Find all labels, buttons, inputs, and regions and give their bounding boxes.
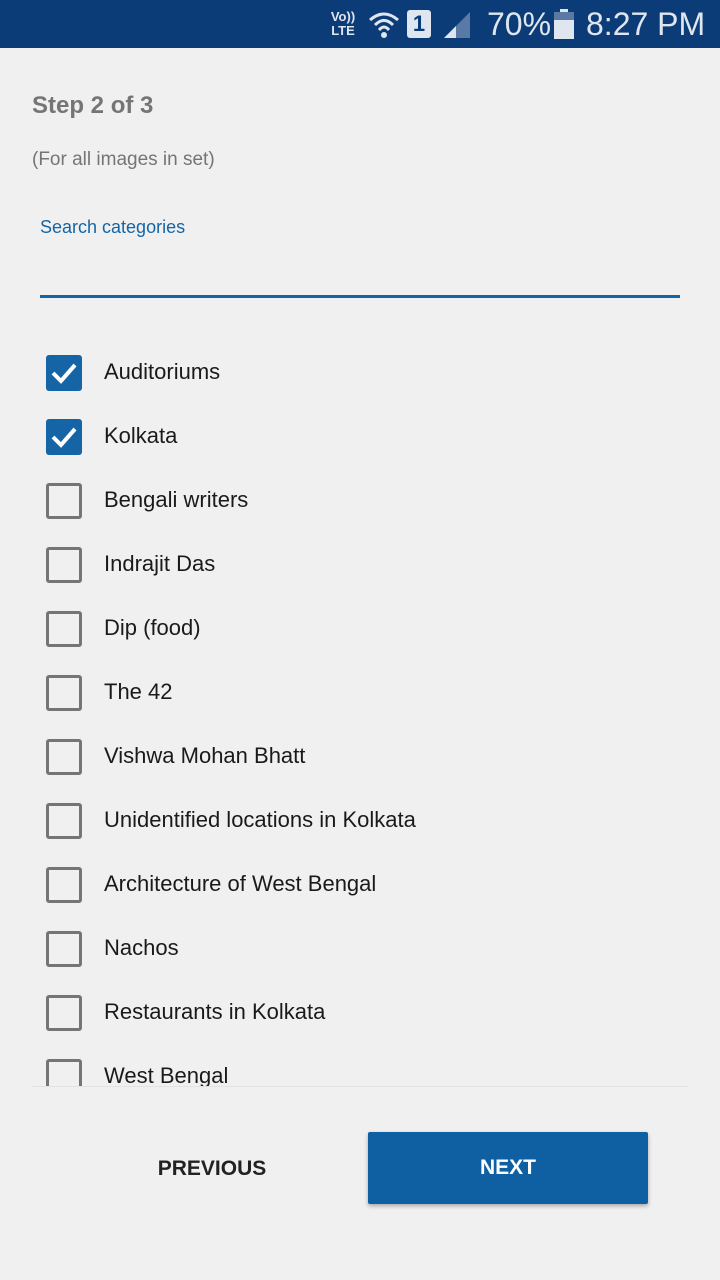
- category-label: Architecture of West Bengal: [104, 871, 377, 896]
- category-item[interactable]: Kolkata: [32, 404, 688, 468]
- category-list[interactable]: Auditoriums Kolkata Bengali writers Indraji…: [32, 340, 688, 1086]
- checkbox-unchecked[interactable]: [46, 739, 82, 775]
- status-time: 8:27 PM: [586, 6, 706, 42]
- checkbox-unchecked[interactable]: [46, 867, 82, 903]
- category-item[interactable]: West Bengal: [32, 1044, 688, 1086]
- battery-icon: [554, 9, 574, 39]
- checkbox-checked[interactable]: [46, 419, 82, 455]
- signal-icon: [444, 12, 470, 38]
- checkmark-icon: [51, 427, 77, 448]
- category-item[interactable]: Vishwa Mohan Bhatt: [32, 724, 688, 788]
- category-label: Auditoriums: [104, 359, 221, 384]
- category-item[interactable]: Nachos: [32, 916, 688, 980]
- checkbox-unchecked[interactable]: [46, 995, 82, 1031]
- category-item[interactable]: The 42: [32, 660, 688, 724]
- category-item[interactable]: Restaurants in Kolkata: [32, 980, 688, 1044]
- checkmark-icon: [51, 363, 77, 384]
- category-label: Bengali writers: [104, 487, 249, 512]
- battery-percent: 70%: [487, 6, 552, 42]
- checkbox-unchecked[interactable]: [46, 931, 82, 967]
- category-item[interactable]: Unidentified locations in Kolkata: [32, 788, 688, 852]
- category-label: Restaurants in Kolkata: [104, 999, 326, 1024]
- category-label: West Bengal: [104, 1063, 229, 1086]
- category-label: The 42: [104, 679, 173, 704]
- checkbox-unchecked[interactable]: [46, 803, 82, 839]
- category-label: Dip (food): [104, 615, 201, 640]
- page-subtitle: (For all images in set): [32, 149, 215, 170]
- category-label: Indrajit Das: [104, 551, 216, 576]
- page-title: Step 2 of 3: [32, 92, 154, 119]
- next-button[interactable]: NEXT: [368, 1132, 648, 1204]
- category-item[interactable]: Indrajit Das: [32, 532, 688, 596]
- sim-icon: 1: [407, 10, 431, 38]
- search-label: Search categories: [40, 217, 186, 237]
- category-label: Vishwa Mohan Bhatt: [104, 743, 306, 768]
- search-input[interactable]: [40, 246, 680, 298]
- category-item[interactable]: Dip (food): [32, 596, 688, 660]
- previous-button[interactable]: PREVIOUS: [92, 1134, 332, 1204]
- checkbox-unchecked[interactable]: [46, 611, 82, 647]
- category-item[interactable]: Auditoriums: [32, 340, 688, 404]
- category-item[interactable]: Bengali writers: [32, 468, 688, 532]
- checkbox-unchecked[interactable]: [46, 483, 82, 519]
- volte-icon: Vo)) LTE: [330, 9, 356, 38]
- checkbox-unchecked[interactable]: [46, 547, 82, 583]
- status-bar: Vo)) LTE 1 70% 8:27 PM: [0, 0, 720, 48]
- category-label: Unidentified locations in Kolkata: [104, 807, 416, 832]
- category-label: Kolkata: [104, 423, 178, 448]
- checkbox-unchecked[interactable]: [46, 1059, 82, 1086]
- divider: [32, 1086, 688, 1087]
- category-item[interactable]: Architecture of West Bengal: [32, 852, 688, 916]
- checkbox-unchecked[interactable]: [46, 675, 82, 711]
- checkbox-checked[interactable]: [46, 355, 82, 391]
- wifi-icon: [369, 12, 399, 38]
- category-label: Nachos: [104, 935, 179, 960]
